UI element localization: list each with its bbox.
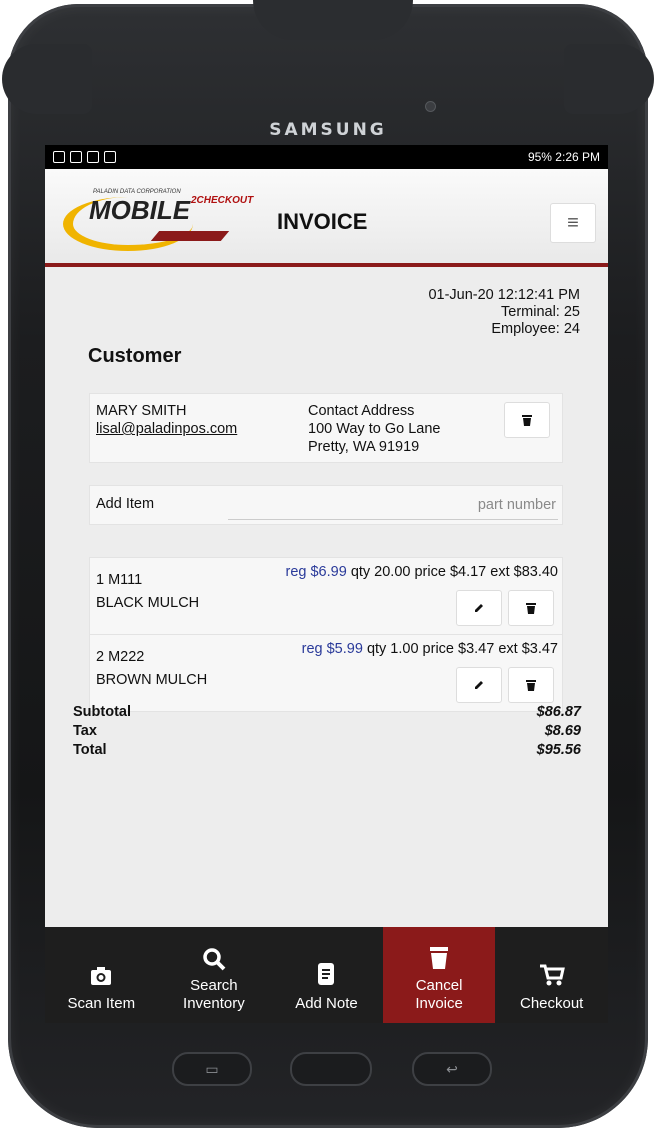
status-bar: 95% 2:26 PM — [45, 145, 608, 169]
tax-value: $8.69 — [544, 723, 581, 739]
item-number: 1 M111 — [96, 572, 143, 588]
line-item[interactable]: 1 M111 BLACK MULCH reg $6.99 qty 20.00 p… — [90, 558, 562, 635]
item-detail: qty 1.00 price $3.47 ext $3.47 — [366, 641, 558, 657]
item-reg-price: reg $5.99 — [301, 641, 363, 657]
item-description: BLACK MULCH — [96, 595, 200, 611]
cancel-label-1: Cancel — [415, 977, 463, 994]
hardware-keys: ▭ ↩ — [0, 1040, 656, 1100]
delete-item-button[interactable] — [508, 667, 554, 703]
back-key[interactable]: ↩ — [412, 1052, 492, 1086]
total-row: Total $95.56 — [73, 741, 581, 760]
menu-button[interactable]: ≡ — [550, 203, 596, 243]
tax-label: Tax — [73, 723, 97, 739]
search-inventory-button[interactable]: Search Inventory — [158, 927, 271, 1023]
status-icons-left — [53, 151, 116, 163]
subtotal-row: Subtotal $86.87 — [73, 703, 581, 722]
trash-icon — [526, 602, 536, 614]
total-value: $95.56 — [536, 742, 581, 758]
trash-icon — [430, 947, 449, 969]
pencil-icon — [475, 604, 483, 612]
logo-mobile: MOBILE — [89, 195, 191, 225]
address-label: Contact Address — [308, 403, 415, 419]
device-brand: SAMSUNG — [269, 120, 387, 140]
invoice-meta: 01-Jun-20 12:12:41 PM Terminal: 25 Emplo… — [428, 287, 580, 338]
bottom-nav: Scan Item Search Inventory Add Note Canc… — [45, 927, 608, 1023]
pencil-icon — [475, 681, 483, 689]
employee-label: Employee: 24 — [491, 321, 580, 337]
cancel-invoice-button[interactable]: Cancel Invoice — [382, 927, 496, 1023]
line-items-list: 1 M111 BLACK MULCH reg $6.99 qty 20.00 p… — [89, 557, 563, 712]
notification-icon — [53, 151, 65, 163]
item-number: 2 M222 — [96, 649, 145, 665]
checkout-label: Checkout — [519, 995, 584, 1012]
subtotal-value: $86.87 — [536, 704, 581, 720]
add-note-button[interactable]: Add Note — [270, 927, 383, 1023]
note-icon — [318, 963, 335, 985]
recent-apps-key[interactable]: ▭ — [172, 1052, 252, 1086]
trash-icon — [522, 414, 532, 426]
line-item[interactable]: 2 M222 BROWN MULCH reg $5.99 qty 1.00 pr… — [90, 635, 562, 711]
recent-apps-icon: ▭ — [205, 1060, 219, 1077]
invoice-content: 01-Jun-20 12:12:41 PM Terminal: 25 Emplo… — [45, 267, 608, 903]
device-corner-left — [2, 44, 92, 114]
customer-name: MARY SMITH — [96, 403, 187, 419]
customer-card[interactable]: MARY SMITH lisal@paladinpos.com Contact … — [89, 393, 563, 463]
logo-checkout: 2CHECKOUT — [191, 195, 254, 206]
back-icon: ↩ — [446, 1060, 458, 1077]
customer-info: MARY SMITH lisal@paladinpos.com — [96, 402, 237, 438]
edit-item-button[interactable] — [456, 667, 502, 703]
part-number-input[interactable] — [228, 491, 558, 520]
tax-row: Tax $8.69 — [73, 722, 581, 741]
app-logo: PALADIN DATA CORPORATION MOBILE 2CHECKOU… — [63, 187, 273, 253]
add-item-row: Add Item — [89, 485, 563, 525]
add-note-label: Add Note — [295, 995, 358, 1012]
scan-item-label: Scan Item — [67, 995, 136, 1012]
customer-address: Contact Address 100 Way to Go Lane Prett… — [308, 402, 440, 456]
terminal-label: Terminal: 25 — [501, 304, 580, 320]
item-reg-price: reg $6.99 — [285, 564, 347, 580]
cart-icon — [539, 964, 565, 986]
item-detail: qty 20.00 price $4.17 ext $83.40 — [350, 564, 558, 580]
device-corner-right — [564, 44, 654, 114]
trash-icon — [526, 679, 536, 691]
notification-icon — [87, 151, 99, 163]
address-line2: Pretty, WA 91919 — [308, 439, 420, 455]
hamburger-menu-icon: ≡ — [567, 211, 579, 234]
front-camera — [425, 101, 436, 112]
delete-item-button[interactable] — [508, 590, 554, 626]
notification-icon — [104, 151, 116, 163]
add-item-label: Add Item — [96, 496, 155, 512]
logo-arrow — [150, 231, 230, 241]
edit-item-button[interactable] — [456, 590, 502, 626]
subtotal-label: Subtotal — [73, 704, 131, 720]
notification-icon — [70, 151, 82, 163]
item-pricing: reg $6.99 qty 20.00 price $4.17 ext $83.… — [286, 564, 559, 580]
cancel-label-2: Invoice — [415, 995, 463, 1012]
camera-icon — [91, 967, 112, 985]
screen: 95% 2:26 PM PALADIN DATA CORPORATION MOB… — [45, 145, 608, 1023]
device-top-bump — [253, 0, 413, 40]
search-label-1: Search — [190, 977, 238, 994]
item-description: BROWN MULCH — [96, 672, 208, 688]
remove-customer-button[interactable] — [504, 402, 550, 438]
search-icon — [203, 948, 226, 971]
home-key[interactable] — [290, 1052, 372, 1086]
status-battery-time: 95% 2:26 PM — [527, 150, 600, 164]
scan-item-button[interactable]: Scan Item — [45, 927, 158, 1023]
app-header: PALADIN DATA CORPORATION MOBILE 2CHECKOU… — [45, 169, 608, 267]
invoice-datetime: 01-Jun-20 12:12:41 PM — [428, 287, 580, 303]
customer-heading: Customer — [88, 345, 182, 367]
invoice-totals: Subtotal $86.87 Tax $8.69 Total $95.56 — [73, 703, 581, 760]
item-pricing: reg $5.99 qty 1.00 price $3.47 ext $3.47 — [302, 641, 558, 657]
checkout-button[interactable]: Checkout — [495, 927, 608, 1023]
page-title: INVOICE — [277, 209, 368, 234]
search-label-2: Inventory — [183, 995, 245, 1012]
address-line1: 100 Way to Go Lane — [308, 421, 441, 437]
total-label: Total — [73, 742, 107, 758]
customer-email-link[interactable]: lisal@paladinpos.com — [96, 420, 237, 438]
